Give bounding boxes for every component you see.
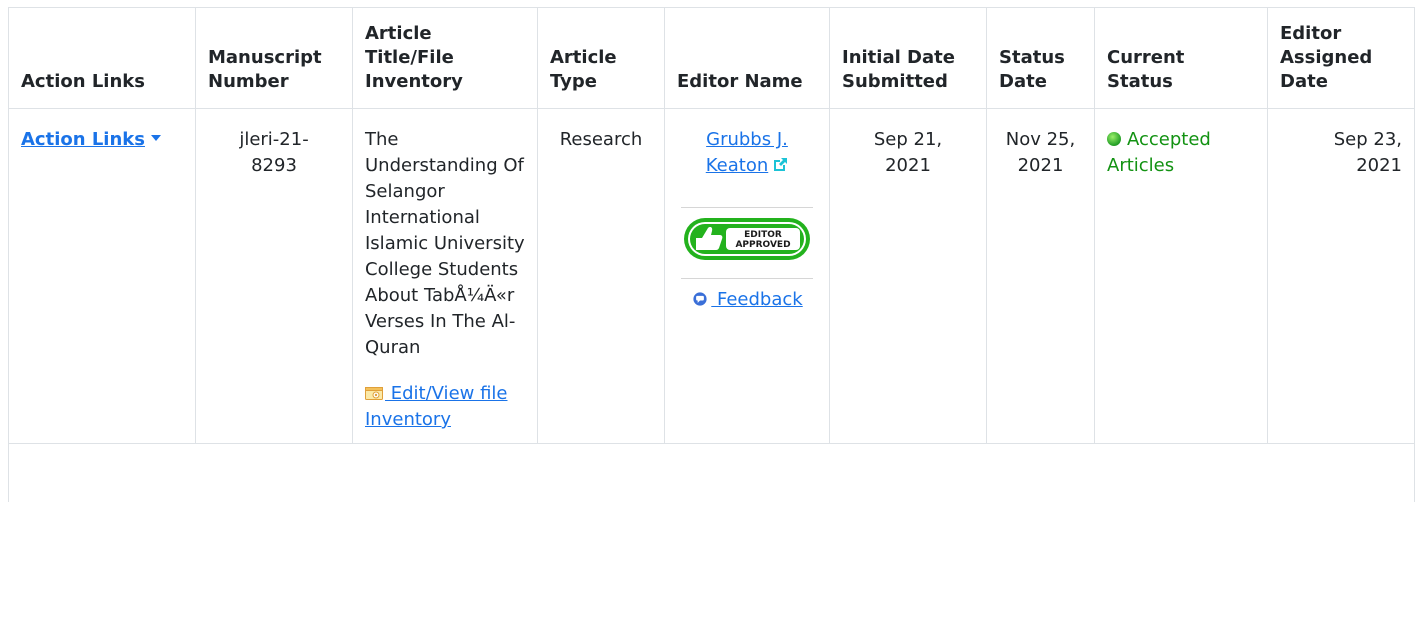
status-dot-icon [1107,132,1121,146]
file-inventory-icon [365,387,383,400]
initial-date: Sep 21, 2021 [873,129,943,176]
cell-editor-name: Grubbs J. Keaton EDITOR APPROVED Feedbac… [664,108,830,444]
table-header-row: Action Links Manuscript Number Article T… [8,7,1415,109]
cell-manuscript-number: jleri-21-8293 [195,108,353,444]
header-article-type: Article Type [537,7,665,109]
header-initial-date: Initial Date Submitted [829,7,987,109]
file-inventory-link[interactable]: Edit/View file Inventory [365,383,508,430]
manuscript-number: jleri-21-8293 [239,129,309,176]
empty-cell [8,443,1415,502]
editor-approved-badge: EDITOR APPROVED [684,218,810,260]
editor-name-link[interactable]: Grubbs J. Keaton [706,129,789,176]
current-status: Accepted Articles [1107,129,1211,176]
badge-separator: EDITOR APPROVED Feedback [681,207,813,313]
empty-row [8,443,1415,502]
article-title: The Understanding Of Selangor Internatio… [365,129,525,358]
manuscript-table: Action Links Manuscript Number Article T… [8,7,1415,502]
badge-line2: APPROVED [735,240,790,250]
cell-article-type: Research [537,108,665,444]
action-links-dropdown[interactable]: Action Links [21,129,145,150]
header-editor-assigned-date: Editor Assigned Date [1267,7,1415,109]
feedback-link[interactable]: Feedback [691,289,803,310]
cell-initial-date: Sep 21, 2021 [829,108,987,444]
header-editor-name: Editor Name [664,7,830,109]
status-date: Nov 25, 2021 [1005,129,1076,176]
external-link-icon [774,158,788,171]
cell-editor-assigned-date: Sep 23, 2021 [1267,108,1415,444]
cell-article-title: The Understanding Of Selangor Internatio… [352,108,538,444]
cell-status-date: Nov 25, 2021 [986,108,1095,444]
feedback-separator: Feedback [681,278,813,313]
header-action-links: Action Links [8,7,196,109]
feedback-icon [693,292,707,306]
cell-current-status: Accepted Articles [1094,108,1268,444]
caret-down-icon[interactable] [150,135,161,141]
page: Action Links Manuscript Number Article T… [0,0,1422,618]
article-type: Research [559,129,643,150]
header-status-date: Status Date [986,7,1095,109]
header-manuscript-number: Manuscript Number [195,7,353,109]
header-article-title: Article Title/File Inventory [352,7,538,109]
header-current-status: Current Status [1094,7,1268,109]
action-links-label: Action Links [21,129,145,150]
current-status-label: Accepted Articles [1107,129,1211,176]
cell-action-links: Action Links [8,108,196,444]
badge-line1: EDITOR [744,230,782,240]
editor-assigned-date: Sep 23, 2021 [1333,129,1402,176]
file-inventory-label: Edit/View file Inventory [365,383,508,430]
table-row: Action Links jleri-21-8293 The Understan… [8,108,1415,444]
feedback-label: Feedback [711,289,803,310]
